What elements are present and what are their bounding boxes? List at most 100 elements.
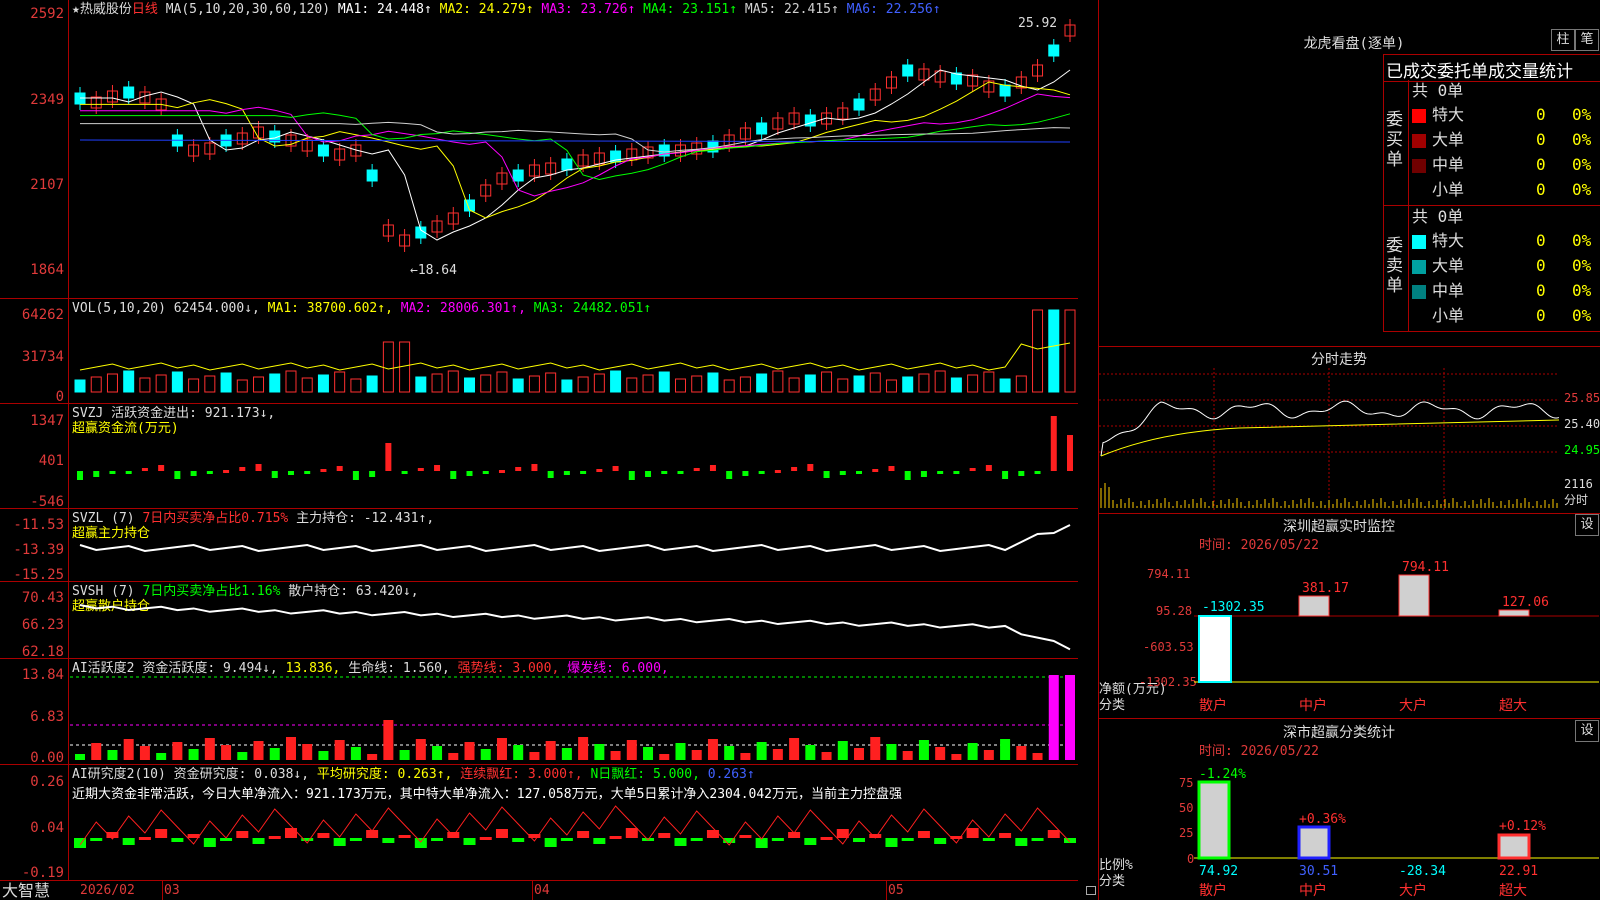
activity-bar <box>204 738 215 760</box>
volume-bar <box>366 375 378 393</box>
volume-bar <box>772 370 784 393</box>
volume-bar <box>512 378 524 393</box>
activity-bar <box>1065 675 1075 760</box>
sell-orders-section: 委卖单 共 0单 特大 0 0% 大单 0 0% 中单 0 0% 小单 0 0% <box>1383 206 1600 332</box>
volume-bar <box>934 370 946 393</box>
monitor-ylabel: 净额(万元) <box>1099 682 1167 697</box>
tick-view-button[interactable]: 笔 <box>1575 29 1599 51</box>
activity-bar <box>334 740 345 760</box>
volume-bar <box>950 377 962 393</box>
research-bar <box>90 838 103 841</box>
activity-bar <box>886 744 897 760</box>
research-bar <box>804 838 817 845</box>
volume-bar <box>350 378 362 393</box>
sell-row-count: 0 <box>1536 281 1546 300</box>
flow-bar <box>417 468 424 471</box>
activity-bar <box>821 752 832 760</box>
research-bar <box>203 838 216 847</box>
intraday-title: 分时走势 <box>1311 352 1367 368</box>
activity-bar <box>123 739 134 760</box>
monitor-time: 时间: 2026/05/22 <box>1199 538 1319 553</box>
activity-bar <box>594 744 605 760</box>
research-bar <box>512 838 525 842</box>
buy-vlabel: 委买单 <box>1386 110 1403 170</box>
flow-bar <box>726 471 733 479</box>
sell-vlabel: 委卖单 <box>1386 236 1403 296</box>
sell-row-count: 0 <box>1536 306 1546 325</box>
flow-bar <box>791 467 798 471</box>
flow-bar <box>531 464 538 471</box>
research-bar <box>414 838 427 848</box>
intraday-panel[interactable]: 分时走势 25.85 25.40 24.95 2116 分时 <box>1099 346 1600 514</box>
retail-holding-line <box>79 604 1071 651</box>
research-bar <box>382 838 395 843</box>
stats-tick: 75 <box>1179 776 1194 790</box>
activity-bar <box>724 746 735 760</box>
research-bar <box>853 838 866 842</box>
flow-bar <box>304 471 311 474</box>
flow-bar <box>920 471 927 477</box>
stats-settings-button[interactable]: 设 <box>1575 720 1599 742</box>
kline-chart-canvas[interactable] <box>0 0 1078 900</box>
flow-bar <box>401 471 408 474</box>
flow-bar <box>742 471 749 476</box>
monitor-settings-button[interactable]: 设 <box>1575 514 1599 536</box>
research-bar <box>317 833 330 838</box>
volume-bar <box>999 378 1011 393</box>
flow-bar <box>709 465 716 471</box>
tab-stats[interactable]: 统计 <box>1539 57 1573 82</box>
flow-bar <box>385 443 392 471</box>
flow-bar <box>856 471 863 474</box>
research-bar <box>1064 838 1076 843</box>
sell-row-name: 小单 <box>1432 306 1465 325</box>
flow-bar <box>77 471 83 480</box>
buy-row: 大单 0 0% <box>1412 129 1600 151</box>
research-bar <box>577 831 590 838</box>
research-bar <box>901 838 914 841</box>
buy-row-pct: 0% <box>1572 155 1592 174</box>
activity-bar <box>707 739 718 760</box>
tab-orders[interactable]: 委托单 <box>1437 57 1488 82</box>
activity-bar <box>578 737 589 760</box>
activity-bar <box>269 748 280 760</box>
color-swatch <box>1412 133 1426 148</box>
buy-row: 中单 0 0% <box>1412 154 1600 176</box>
column-view-button[interactable]: 柱 <box>1551 29 1575 51</box>
monitor-tick: 95.28 <box>1156 604 1193 618</box>
flow-bar <box>1067 435 1073 471</box>
tab-volume[interactable]: 成交量 <box>1488 57 1539 82</box>
candle-body <box>366 169 378 182</box>
sell-row-pct: 0% <box>1572 281 1592 300</box>
tab-filled[interactable]: 已成交 <box>1386 57 1437 82</box>
flow-bar <box>336 466 343 471</box>
sell-row-pct: 0% <box>1572 306 1592 325</box>
activity-bar <box>1032 753 1043 760</box>
candle-body <box>902 64 914 77</box>
volume-bar <box>106 373 118 393</box>
flow-bar <box>904 471 911 480</box>
activity-bar <box>626 740 637 760</box>
activity-bar <box>643 747 654 760</box>
monitor-tick: 794.11 <box>1147 567 1191 581</box>
intraday-tick: 25.85 <box>1564 391 1600 405</box>
volume-bar <box>626 377 638 393</box>
research-bar <box>479 837 492 840</box>
lhb-title: 龙虎看盘(逐单) <box>1303 36 1405 52</box>
buy-row-pct: 0% <box>1572 130 1592 149</box>
lock-icon[interactable] <box>1086 886 1096 895</box>
research-bar <box>447 832 460 838</box>
activity-bar <box>156 753 167 760</box>
left-chart-area[interactable]: 2592 2349 2107 1864 ★热威股份日线 MA(5,10,20,3… <box>0 0 1096 900</box>
sell-total: 共 0单 <box>1412 207 1464 226</box>
sell-row: 小单 0 0% <box>1412 305 1600 327</box>
activity-bar <box>399 750 410 760</box>
flow-bar <box>255 464 262 471</box>
research-bar <box>544 838 557 847</box>
volume-bar <box>691 375 703 393</box>
volume-bar <box>788 377 800 393</box>
research-bar <box>431 838 444 841</box>
activity-bar <box>918 740 929 760</box>
research-bar <box>674 838 687 846</box>
buy-total: 共 0单 <box>1412 81 1464 100</box>
activity-bar <box>139 746 150 760</box>
